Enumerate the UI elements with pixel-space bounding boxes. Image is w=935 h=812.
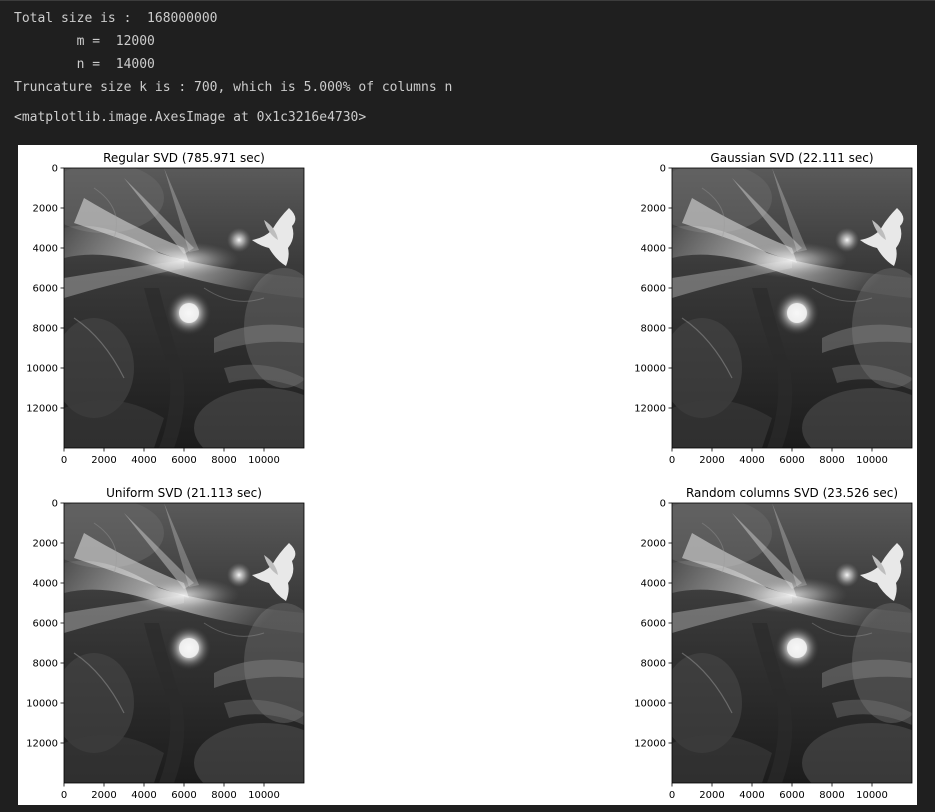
figure-canvas: Regular SVD (785.971 sec) 0 2000 4000 6000 80… (26, 151, 913, 801)
y-tick-label: 8000 (641, 324, 666, 335)
y-tick-label: 4000 (33, 579, 58, 590)
x-tick-label: 8000 (819, 455, 844, 466)
subplot-4: Random columns SVD (23.526 sec) 0 2000 4000… (634, 486, 913, 801)
output-m: m = 12000 (14, 34, 155, 49)
output-total-size: Total size is : 168000000 (14, 11, 218, 26)
y-tick-label: 2000 (33, 204, 58, 215)
output-truncature: Truncature size k is : 700, which is 5.0… (14, 80, 453, 95)
x-tick-label: 2000 (699, 790, 724, 801)
x-tick-label: 2000 (91, 790, 116, 801)
x-tick-label: 2000 (91, 455, 116, 466)
x-tick-label: 8000 (211, 790, 236, 801)
y-tick-label: 0 (52, 164, 58, 175)
y-tick-label: 10000 (634, 699, 666, 710)
x-tick-label: 2000 (699, 455, 724, 466)
y-tick-label: 4000 (33, 244, 58, 255)
x-tick-label: 4000 (131, 455, 156, 466)
subplot-title: Random columns SVD (23.526 sec) (686, 486, 898, 500)
x-tick-label: 10000 (248, 790, 280, 801)
x-tick-label: 8000 (819, 790, 844, 801)
x-tick-label: 6000 (171, 790, 196, 801)
y-tick-label: 0 (52, 499, 58, 510)
subplot-title: Regular SVD (785.971 sec) (103, 151, 265, 165)
output-axesimage-repr: <matplotlib.image.AxesImage at 0x1c3216e… (14, 110, 367, 125)
y-tick-label: 10000 (26, 364, 58, 375)
x-tick-label: 10000 (856, 455, 888, 466)
y-tick-label: 8000 (641, 659, 666, 670)
y-tick-label: 12000 (26, 739, 58, 750)
y-tick-label: 2000 (641, 539, 666, 550)
x-tick-label: 0 (669, 455, 675, 466)
reconstructed-image (672, 503, 912, 783)
y-tick-label: 12000 (634, 404, 666, 415)
y-tick-label: 10000 (634, 364, 666, 375)
y-tick-label: 8000 (33, 324, 58, 335)
x-tick-label: 10000 (248, 455, 280, 466)
y-tick-label: 6000 (641, 284, 666, 295)
x-tick-label: 0 (61, 790, 67, 801)
y-tick-label: 8000 (33, 659, 58, 670)
reconstructed-image (64, 168, 304, 448)
y-tick-label: 10000 (26, 699, 58, 710)
subplot-title: Gaussian SVD (22.111 sec) (710, 151, 873, 165)
subplot-3: Uniform SVD (21.113 sec) 0 2000 4000 6000 800… (26, 486, 305, 801)
y-tick-label: 12000 (26, 404, 58, 415)
subplot-2: Gaussian SVD (22.111 sec) 0 2000 4000 6000 80… (634, 151, 913, 466)
y-tick-label: 6000 (33, 619, 58, 630)
x-tick-label: 8000 (211, 455, 236, 466)
y-tick-label: 2000 (641, 204, 666, 215)
y-tick-label: 2000 (33, 539, 58, 550)
x-tick-label: 6000 (779, 455, 804, 466)
subplot-1: Regular SVD (785.971 sec) 0 2000 4000 6000 80… (26, 151, 305, 466)
reconstructed-image (672, 168, 912, 448)
x-tick-label: 4000 (131, 790, 156, 801)
x-tick-label: 4000 (739, 455, 764, 466)
y-tick-label: 12000 (634, 739, 666, 750)
figure: Regular SVD (785.971 sec) 0 2000 4000 6000 80… (18, 145, 917, 805)
x-tick-label: 4000 (739, 790, 764, 801)
y-tick-label: 0 (660, 499, 666, 510)
cell-top-border (0, 0, 935, 1)
reconstructed-image (64, 503, 304, 783)
x-tick-label: 0 (61, 455, 67, 466)
x-tick-label: 6000 (779, 790, 804, 801)
subplot-title: Uniform SVD (21.113 sec) (106, 486, 262, 500)
y-tick-label: 4000 (641, 579, 666, 590)
y-tick-label: 6000 (641, 619, 666, 630)
x-tick-label: 0 (669, 790, 675, 801)
output-n: n = 14000 (14, 57, 155, 72)
y-tick-label: 0 (660, 164, 666, 175)
y-tick-label: 4000 (641, 244, 666, 255)
x-tick-label: 6000 (171, 455, 196, 466)
x-tick-label: 10000 (856, 790, 888, 801)
y-tick-label: 6000 (33, 284, 58, 295)
